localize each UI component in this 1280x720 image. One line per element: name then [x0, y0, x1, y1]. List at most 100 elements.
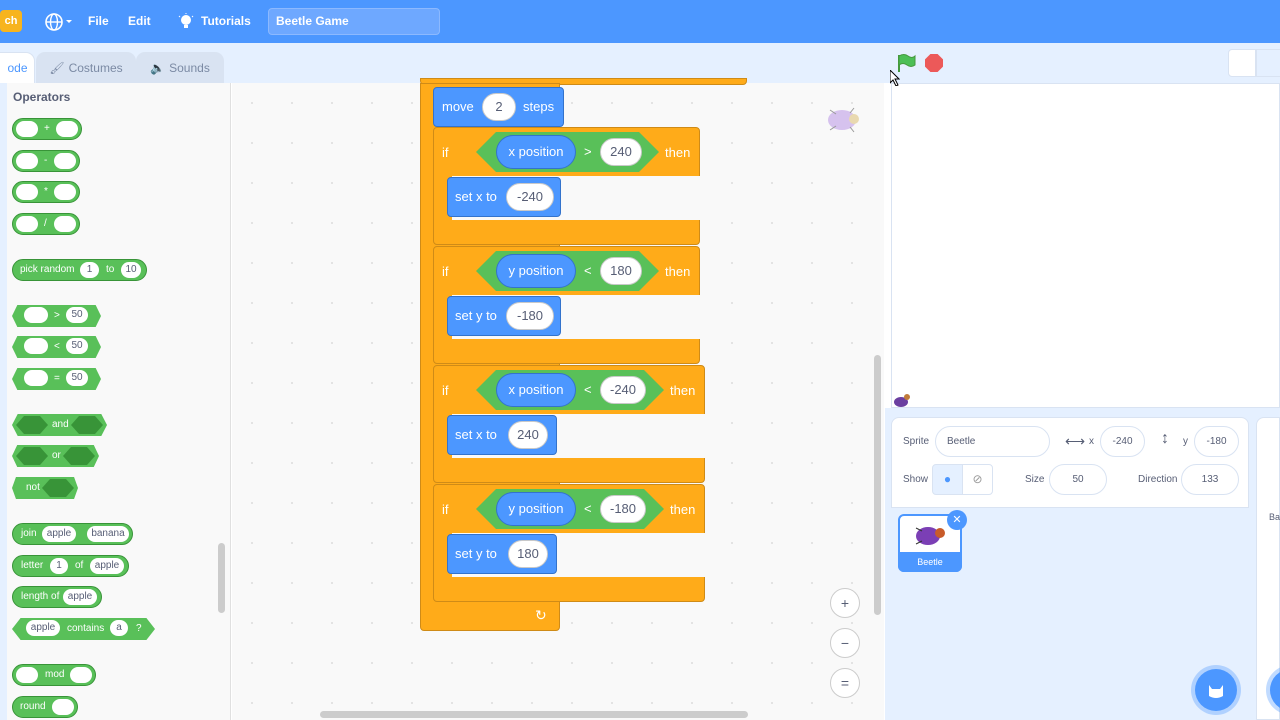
brush-icon: 🖌	[49, 61, 65, 75]
y-position-reporter-4[interactable]: y position	[496, 492, 576, 526]
subtract-block[interactable]: -	[12, 150, 80, 172]
join-block[interactable]: join apple banana	[12, 523, 133, 545]
sprite-name-field[interactable]: Beetle	[935, 426, 1050, 457]
then-label-1: then	[665, 145, 691, 160]
multiply-block[interactable]: *	[12, 181, 80, 203]
move-steps-block[interactable]: move 2 steps	[433, 87, 564, 127]
set-x-block-1[interactable]: set x to -240	[447, 177, 561, 217]
not-block[interactable]: not	[12, 477, 78, 499]
move-steps-input[interactable]: 2	[482, 93, 516, 121]
tab-costumes[interactable]: 🖌 Costumes	[36, 52, 136, 83]
contains-word-slot[interactable]: apple	[26, 620, 60, 636]
file-menu[interactable]: File	[88, 0, 109, 43]
set3-input[interactable]: 240	[508, 421, 548, 449]
sprite-thumbnail-label: Beetle	[898, 552, 962, 572]
mul-op: *	[44, 186, 48, 197]
divide-block[interactable]: /	[12, 213, 80, 235]
project-title-input[interactable]: Beetle Game	[268, 8, 440, 35]
edit-menu[interactable]: Edit	[128, 0, 151, 43]
set-y-block-4[interactable]: set y to 180	[447, 534, 557, 574]
or-block[interactable]: or	[12, 445, 99, 467]
contains-block[interactable]: apple contains a ?	[12, 618, 155, 640]
set-y-block-2[interactable]: set y to -180	[447, 296, 561, 336]
then-label-3: then	[670, 383, 696, 398]
cond1-input[interactable]: 240	[600, 138, 642, 166]
delete-sprite-icon[interactable]: ✕	[947, 510, 967, 530]
show-visible-eye-icon[interactable]: ●	[932, 464, 963, 495]
lt-op-2: <	[584, 263, 592, 278]
set2-input[interactable]: -180	[506, 302, 554, 330]
tab-code[interactable]: ode	[0, 52, 35, 83]
length-of-label: length of	[21, 591, 60, 602]
zoom-in-button[interactable]: +	[830, 588, 860, 618]
letter-of-block[interactable]: letter 1 of apple	[12, 555, 129, 577]
tab-sounds[interactable]: 🔈 Sounds	[136, 52, 224, 83]
large-stage-button[interactable]	[1256, 49, 1280, 77]
set1-input[interactable]: -240	[506, 183, 554, 211]
pick-random-label: pick random	[20, 264, 75, 275]
pick-from-slot[interactable]: 1	[80, 262, 99, 278]
x-position-reporter-3[interactable]: x position	[496, 373, 576, 407]
then-label-4: then	[670, 502, 696, 517]
small-stage-button[interactable]	[1228, 49, 1256, 77]
if-label-4: if	[442, 502, 449, 517]
gt-value[interactable]: 50	[66, 307, 88, 323]
direction-field[interactable]: 133	[1181, 464, 1239, 495]
round-block[interactable]: round	[12, 696, 78, 718]
if-label-1: if	[442, 145, 449, 160]
lt-value[interactable]: 50	[66, 338, 88, 354]
script-workspace[interactable]: ↻ move 2 steps if x position > 240 then …	[232, 78, 884, 720]
category-title: Operators	[13, 90, 71, 104]
stage-canvas[interactable]	[891, 83, 1280, 408]
cond3-input[interactable]: -240	[600, 376, 646, 404]
length-of-block[interactable]: length of apple	[12, 586, 102, 608]
workspace-vertical-scrollbar[interactable]	[874, 355, 881, 615]
eq-value[interactable]: 50	[66, 370, 88, 386]
less-than-condition-3[interactable]: x position < -240	[476, 370, 664, 410]
greater-than-block[interactable]: >50	[12, 305, 101, 327]
zoom-reset-button[interactable]: =	[830, 668, 860, 698]
greater-than-condition-1[interactable]: x position > 240	[476, 132, 659, 172]
cond4-input[interactable]: -180	[600, 495, 646, 523]
letter-word-slot[interactable]: apple	[90, 558, 124, 574]
less-than-condition-4[interactable]: y position < -180	[476, 489, 664, 529]
y-position-reporter-2[interactable]: y position	[496, 254, 576, 288]
workspace-horizontal-scrollbar[interactable]	[320, 711, 748, 718]
x-field[interactable]: -240	[1100, 426, 1145, 457]
letter-index-slot[interactable]: 1	[50, 558, 68, 574]
mod-block[interactable]: mod	[12, 664, 96, 686]
add-block[interactable]: +	[12, 118, 82, 140]
vertical-arrow-icon: ↕	[1161, 430, 1169, 447]
show-hidden-eye-icon[interactable]: ⊘	[962, 464, 993, 495]
palette-scrollbar[interactable]	[218, 543, 225, 613]
language-globe-icon[interactable]	[44, 12, 74, 32]
choose-sprite-button[interactable]	[1195, 669, 1237, 711]
category-strip	[0, 83, 7, 720]
and-block[interactable]: and	[12, 414, 107, 436]
lt-op-3: <	[584, 382, 592, 397]
cond2-input[interactable]: 180	[600, 257, 642, 285]
equals-block[interactable]: = 50	[12, 368, 101, 390]
stop-sign-icon[interactable]	[925, 54, 943, 72]
x-position-reporter-1[interactable]: x position	[496, 135, 576, 169]
join-a-slot[interactable]: apple	[42, 526, 76, 542]
gt-op: >	[54, 310, 60, 321]
less-than-block[interactable]: <50	[12, 336, 101, 358]
pick-to-slot[interactable]: 10	[121, 262, 141, 278]
scratch-logo[interactable]: ch	[0, 10, 22, 32]
show-label: Show	[903, 474, 929, 485]
direction-label: Direction	[1138, 474, 1178, 485]
join-b-slot[interactable]: banana	[87, 526, 129, 542]
size-field[interactable]: 50	[1049, 464, 1107, 495]
y-label: y	[1183, 436, 1188, 447]
contains-letter-slot[interactable]: a	[110, 620, 128, 636]
pick-random-block[interactable]: pick random 1 to 10	[12, 259, 147, 281]
less-than-condition-2[interactable]: y position < 180	[476, 251, 659, 291]
pick-to-label: to	[106, 264, 115, 275]
set-x-block-3[interactable]: set x to 240	[447, 415, 557, 455]
y-field[interactable]: -180	[1194, 426, 1239, 457]
zoom-out-button[interactable]: −	[830, 628, 860, 658]
tutorials-menu[interactable]: Tutorials	[201, 0, 251, 43]
length-word-slot[interactable]: apple	[63, 589, 97, 605]
set4-input[interactable]: 180	[508, 540, 548, 568]
